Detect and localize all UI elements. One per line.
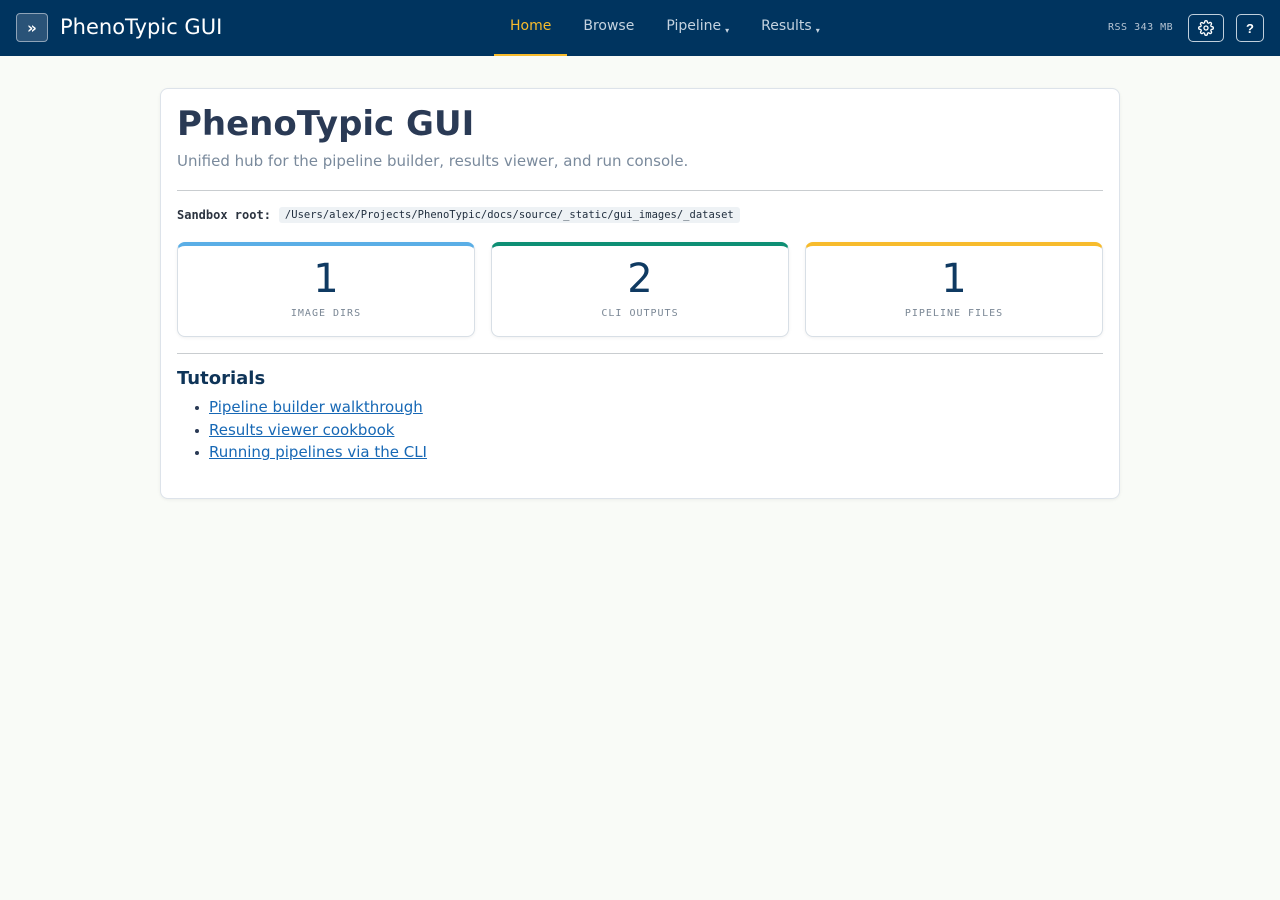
memory-usage-readout: RSS 343 MB [1108, 22, 1174, 33]
nav-browse[interactable]: Browse [567, 0, 650, 56]
stat-label: IMAGE DIRS [290, 308, 362, 319]
stat-label: CLI OUTPUTS [601, 308, 679, 319]
list-item: Running pipelines via the CLI [177, 441, 427, 464]
stat-label: PIPELINE FILES [904, 308, 1004, 319]
chevron-down-icon: ▾ [725, 26, 730, 35]
sidebar-toggle-button[interactable]: » [16, 13, 48, 42]
page-title: PhenoTypic GUI [177, 104, 475, 144]
nav-links: Home Browse Pipeline ▾ Results ▾ [494, 0, 836, 56]
chevron-down-icon: ▾ [815, 26, 820, 35]
gear-icon [1198, 20, 1214, 36]
list-item: Pipeline builder walkthrough [177, 396, 427, 419]
page-subtitle: Unified hub for the pipeline builder, re… [177, 152, 689, 170]
stat-value: 1 [941, 256, 967, 302]
sandbox-root-label: Sandbox root: [177, 208, 271, 222]
nav-browse-label: Browse [583, 18, 635, 34]
stat-card-pipeline-files: 1 PIPELINE FILES [805, 242, 1103, 337]
sandbox-root-path: /Users/alex/Projects/PhenoTypic/docs/sou… [278, 207, 740, 223]
tutorial-link-cli[interactable]: Running pipelines via the CLI [209, 443, 427, 461]
home-card: PhenoTypic GUI Unified hub for the pipel… [160, 88, 1120, 499]
tutorials-list: Pipeline builder walkthrough Results vie… [177, 396, 427, 464]
help-button[interactable]: ? [1236, 14, 1264, 42]
divider [177, 353, 1103, 354]
stat-value: 1 [313, 256, 339, 302]
top-navbar: » PhenoTypic GUI Home Browse Pipeline ▾ … [0, 0, 1280, 56]
nav-pipeline-label: Pipeline [666, 18, 722, 34]
settings-button[interactable] [1188, 14, 1224, 42]
stat-card-cli-outputs: 2 CLI OUTPUTS [491, 242, 789, 337]
nav-results-dropdown[interactable]: Results ▾ [745, 0, 836, 56]
sandbox-root: Sandbox root: /Users/alex/Projects/Pheno… [177, 207, 740, 223]
stat-card-image-dirs: 1 IMAGE DIRS [177, 242, 475, 337]
nav-home-label: Home [510, 18, 552, 34]
list-item: Results viewer cookbook [177, 419, 427, 442]
tutorial-link-results-viewer[interactable]: Results viewer cookbook [209, 421, 395, 439]
nav-results-label: Results [761, 18, 812, 34]
divider [177, 190, 1103, 191]
nav-home[interactable]: Home [494, 0, 568, 56]
brand-title[interactable]: PhenoTypic GUI [60, 13, 222, 41]
stats-row: 1 IMAGE DIRS 2 CLI OUTPUTS 1 PIPELINE FI… [177, 242, 1103, 337]
tutorials-heading: Tutorials [177, 368, 266, 389]
stat-value: 2 [627, 256, 653, 302]
nav-pipeline-dropdown[interactable]: Pipeline ▾ [650, 0, 745, 56]
tutorial-link-pipeline-builder[interactable]: Pipeline builder walkthrough [209, 398, 423, 416]
